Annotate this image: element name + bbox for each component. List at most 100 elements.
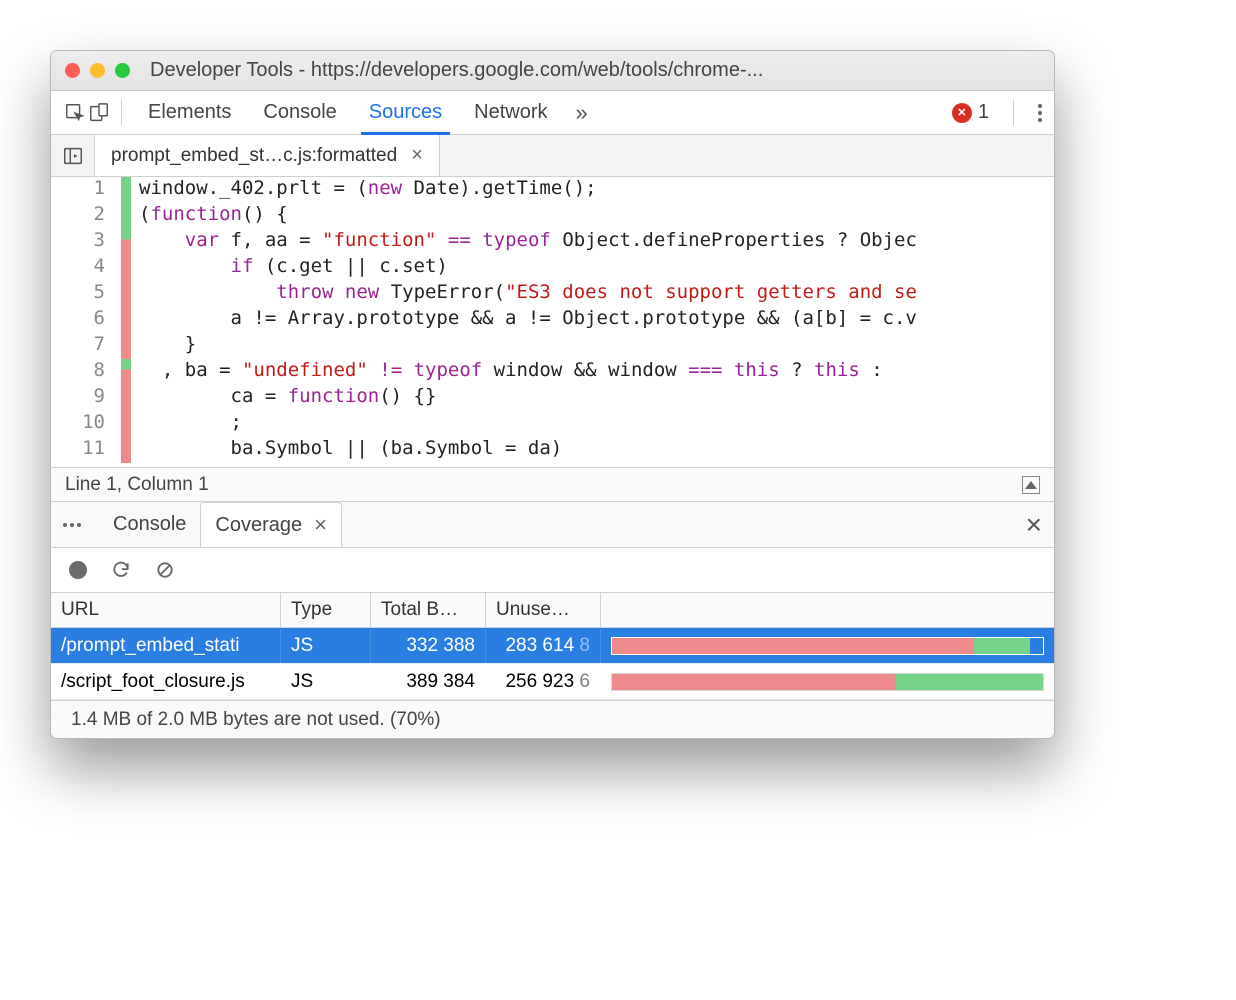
cell-total: 332 388 [371, 629, 486, 663]
line-number: 5 [51, 281, 121, 307]
cell-url: /prompt_embed_stati [51, 629, 281, 663]
coverage-row[interactable]: /prompt_embed_stati JS 332 388 283 614 8 [51, 628, 1054, 664]
coverage-gutter [121, 333, 131, 359]
cell-url: /script_foot_closure.js [51, 665, 281, 699]
cell-total: 389 384 [371, 665, 486, 699]
usage-bar [601, 673, 1054, 691]
cell-type: JS [281, 665, 371, 699]
close-tab-icon[interactable]: × [314, 512, 327, 538]
tab-console[interactable]: Console [247, 91, 352, 134]
line-number: 11 [51, 437, 121, 463]
coverage-summary: 1.4 MB of 2.0 MB bytes are not used. (70… [71, 709, 441, 731]
cell-unused: 256 923 6 [486, 665, 601, 699]
cell-type: JS [281, 629, 371, 663]
code-line[interactable]: 10 ; [51, 411, 1054, 437]
code-editor[interactable]: 1 window._402.prlt = (new Date).getTime()… [51, 177, 1054, 467]
coverage-table: URL Type Total B… Unuse… /prompt_embed_s… [51, 592, 1054, 700]
line-number: 9 [51, 385, 121, 411]
separator [121, 100, 122, 126]
tab-sources[interactable]: Sources [353, 91, 458, 134]
line-number: 8 [51, 359, 121, 385]
line-number: 7 [51, 333, 121, 359]
code-line[interactable]: 1 window._402.prlt = (new Date).getTime()… [51, 177, 1054, 203]
close-tab-icon[interactable]: × [411, 144, 423, 167]
code-text: var f, aa = "function" == typeof Object.… [131, 229, 1054, 255]
cell-unused: 283 614 8 [486, 629, 601, 663]
col-unused[interactable]: Unuse… [486, 593, 601, 627]
inspect-element-icon[interactable] [63, 101, 87, 125]
code-line[interactable]: 6 a != Array.prototype && a != Object.pr… [51, 307, 1054, 333]
coverage-footer: 1.4 MB of 2.0 MB bytes are not used. (70… [51, 700, 1054, 738]
file-tab-label: prompt_embed_st…c.js:formatted [111, 145, 397, 167]
code-line[interactable]: 5 throw new TypeError("ES3 does not supp… [51, 281, 1054, 307]
error-count: 1 [978, 101, 989, 124]
code-line[interactable]: 3 var f, aa = "function" == typeof Objec… [51, 229, 1054, 255]
coverage-gutter [121, 203, 131, 229]
coverage-gutter [121, 359, 131, 385]
minimize-window-button[interactable] [90, 63, 105, 78]
code-text: a != Array.prototype && a != Object.prot… [131, 307, 1054, 333]
code-text: } [131, 333, 1054, 359]
coverage-row[interactable]: /script_foot_closure.js JS 389 384 256 9… [51, 664, 1054, 700]
close-window-button[interactable] [65, 63, 80, 78]
coverage-header: URL Type Total B… Unuse… [51, 592, 1054, 628]
coverage-gutter [121, 411, 131, 437]
code-text: throw new TypeError("ES3 does not suppor… [131, 281, 1054, 307]
file-tab[interactable]: prompt_embed_st…c.js:formatted × [95, 135, 440, 176]
col-type[interactable]: Type [281, 593, 371, 627]
separator [1013, 100, 1014, 126]
line-number: 6 [51, 307, 121, 333]
line-number: 4 [51, 255, 121, 281]
coverage-gutter [121, 307, 131, 333]
clear-icon[interactable] [155, 560, 175, 580]
coverage-gutter [121, 255, 131, 281]
close-drawer-icon[interactable]: × [1026, 509, 1042, 541]
error-icon [952, 103, 972, 123]
main-toolbar: ElementsConsoleSourcesNetwork » 1 [51, 91, 1054, 135]
tab-network[interactable]: Network [458, 91, 563, 134]
code-text: ba.Symbol || (ba.Symbol = da) [131, 437, 1054, 463]
line-number: 10 [51, 411, 121, 437]
code-text: ca = function() {} [131, 385, 1054, 411]
col-total[interactable]: Total B… [371, 593, 486, 627]
device-toggle-icon[interactable] [87, 101, 111, 125]
status-bar: Line 1, Column 1 [51, 467, 1054, 502]
navigator-toggle-icon[interactable] [51, 135, 95, 176]
coverage-gutter [121, 437, 131, 463]
drawer-tab-console[interactable]: Console [99, 502, 200, 547]
cursor-position: Line 1, Column 1 [65, 474, 209, 496]
code-line[interactable]: 11 ba.Symbol || (ba.Symbol = da) [51, 437, 1054, 463]
kebab-menu-icon[interactable] [1038, 104, 1042, 122]
tab-elements[interactable]: Elements [132, 91, 247, 134]
titlebar: Developer Tools - https://developers.goo… [51, 51, 1054, 91]
code-line[interactable]: 8 , ba = "undefined" != typeof window &&… [51, 359, 1054, 385]
window-title: Developer Tools - https://developers.goo… [150, 59, 763, 82]
code-text: , ba = "undefined" != typeof window && w… [131, 359, 1054, 385]
coverage-gutter [121, 281, 131, 307]
col-url[interactable]: URL [51, 593, 281, 627]
code-text: (function() { [131, 203, 1054, 229]
expand-drawer-icon[interactable] [1022, 476, 1040, 494]
code-text: if (c.get || c.set) [131, 255, 1054, 281]
line-number: 1 [51, 177, 121, 203]
drawer-tab-coverage[interactable]: Coverage× [200, 502, 342, 547]
code-line[interactable]: 2(function() { [51, 203, 1054, 229]
drawer-tab-label: Console [113, 513, 186, 536]
devtools-window: Developer Tools - https://developers.goo… [50, 50, 1055, 739]
col-bar [601, 593, 1054, 627]
error-badge[interactable]: 1 [952, 101, 989, 124]
code-text: window._402.prlt = (new Date).getTime(); [131, 177, 1054, 203]
record-icon[interactable] [69, 561, 87, 579]
drawer-menu-icon[interactable] [63, 523, 81, 527]
coverage-toolbar [51, 548, 1054, 592]
file-tabs-bar: prompt_embed_st…c.js:formatted × [51, 135, 1054, 177]
code-line[interactable]: 7 } [51, 333, 1054, 359]
code-line[interactable]: 4 if (c.get || c.set) [51, 255, 1054, 281]
code-text: ; [131, 411, 1054, 437]
more-tabs-chevron[interactable]: » [564, 100, 600, 126]
code-line[interactable]: 9 ca = function() {} [51, 385, 1054, 411]
reload-icon[interactable] [111, 560, 131, 580]
drawer-tabs: Console Coverage× × [51, 502, 1054, 548]
main-tabs: ElementsConsoleSourcesNetwork [132, 91, 564, 134]
maximize-window-button[interactable] [115, 63, 130, 78]
